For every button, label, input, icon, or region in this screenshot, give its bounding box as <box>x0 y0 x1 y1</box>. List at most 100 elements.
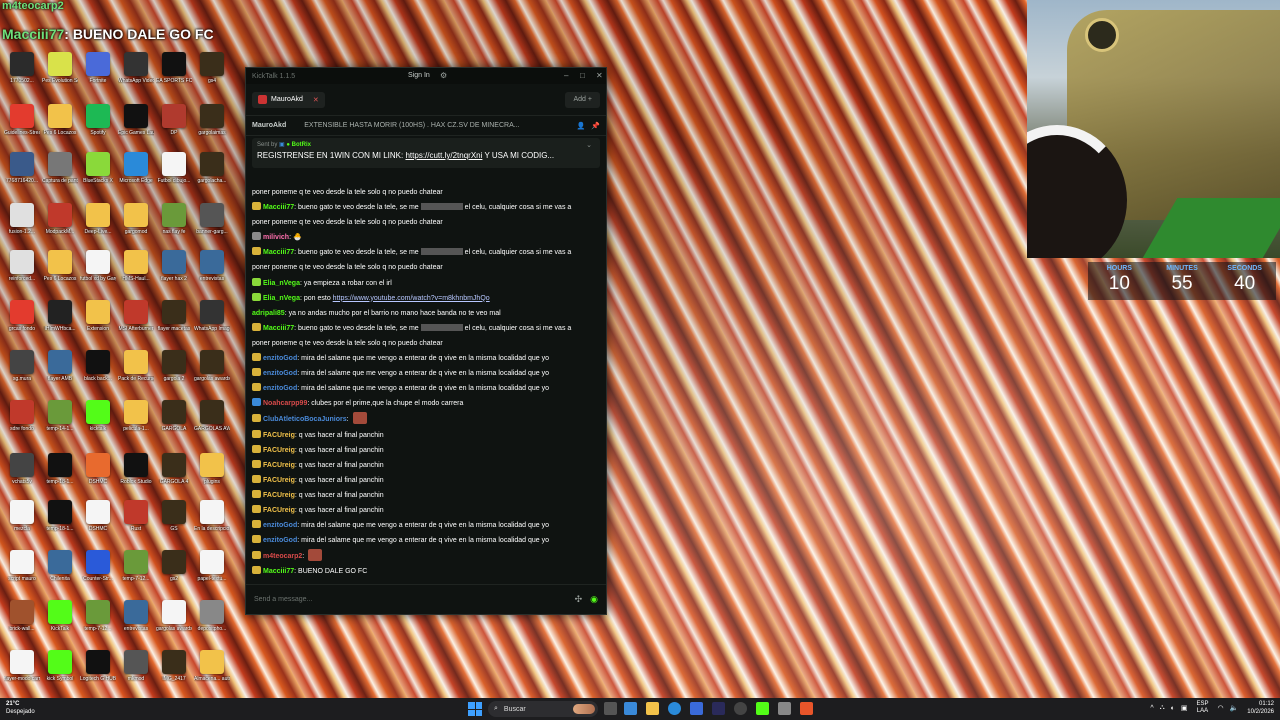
desktop-icon[interactable]: 1770502... <box>4 52 40 84</box>
desktop-icon[interactable]: DSHMC <box>80 453 116 485</box>
taskbar-search[interactable]: ⌕ Buscar <box>488 701 598 717</box>
desktop-icon[interactable]: Almacena... automatic... <box>194 650 230 682</box>
chat-username[interactable]: enzitoGod <box>263 385 297 392</box>
tray-app-icon[interactable]: ▣ <box>1181 704 1188 712</box>
desktop-icon[interactable]: grcas fondo <box>4 300 40 332</box>
desktop-icon[interactable]: temp-7-12... <box>118 550 154 582</box>
desktop-icon[interactable]: Chilenita <box>42 550 78 582</box>
desktop-icon[interactable]: IHImWHbca... <box>42 300 78 332</box>
desktop-icon[interactable]: Fortnite <box>80 52 116 84</box>
desktop-icon[interactable]: futbol xd by Gargola Inic... <box>80 250 116 282</box>
desktop-icon[interactable]: entrevistas <box>194 250 230 282</box>
chat-username[interactable]: FACUreig <box>263 432 295 439</box>
pinned-link[interactable]: https://cutt.ly/2tnqrXni <box>405 151 482 160</box>
desktop-icon[interactable]: kicktalk <box>80 400 116 432</box>
desktop-icon[interactable]: banner-garg... <box>194 203 230 235</box>
minimize-icon[interactable]: – <box>564 71 568 80</box>
desktop-icon[interactable]: gargolas awards <box>156 600 192 632</box>
desktop-icon[interactable]: GARGOLAS AWARDS <box>194 400 230 432</box>
desktop-icon[interactable]: plugins <box>194 453 230 485</box>
desktop-icon[interactable]: gargolas awards <box>194 350 230 382</box>
chat-username[interactable]: ClubAtleticoBocaJuniors <box>263 416 347 423</box>
desktop-icon[interactable]: nas flay fe <box>156 203 192 235</box>
desktop-icon[interactable]: Pes Evolution Soccer... <box>42 52 78 84</box>
chat-input[interactable]: Send a message... ✣ ◉ <box>246 584 606 614</box>
close-tab-icon[interactable]: ✕ <box>313 96 319 104</box>
desktop-icon[interactable]: fusion-1.2... <box>4 203 40 235</box>
desktop-icon[interactable]: Pes 6 Locazos <box>42 104 78 136</box>
desktop-icon[interactable]: MSI Afterburner <box>118 300 154 332</box>
desktop-icon[interactable]: 7768716420... <box>4 152 40 184</box>
desktop-icon[interactable]: sg.mura <box>4 350 40 382</box>
clock[interactable]: 01:12 10/2/2026 <box>1247 700 1274 716</box>
chat-username[interactable]: enzitoGod <box>263 370 297 377</box>
desktop-icon[interactable]: GS <box>156 500 192 532</box>
weather-widget[interactable]: 21°C Despejado <box>6 700 35 716</box>
desktop-icon[interactable]: papel-textu... <box>194 550 230 582</box>
desktop-icon[interactable]: kick Symbol <box>42 650 78 682</box>
desktop-icon[interactable]: gs4 <box>194 52 230 84</box>
chat-link[interactable]: https://www.youtube.com/watch?v=m8khnbmJ… <box>333 295 490 302</box>
desktop-icon[interactable]: ModpackM... <box>42 203 78 235</box>
chat-username[interactable]: Macciii77 <box>263 325 294 332</box>
desktop-icon[interactable]: Epic Games Launcher <box>118 104 154 136</box>
chat-username[interactable]: m4teocarp2 <box>263 553 302 560</box>
desktop-icon[interactable]: Guidelines-Streams <box>4 104 40 136</box>
chat-username[interactable]: enzitoGod <box>263 537 297 544</box>
user-icon[interactable]: 👤 <box>577 122 586 130</box>
desktop-icon[interactable]: Logitech G HUB <box>80 650 116 682</box>
desktop-icon[interactable]: temp-14-1... <box>42 400 78 432</box>
desktop-icon[interactable]: temp-18-1... <box>42 453 78 485</box>
desktop-icon[interactable]: brick-wall... <box>4 600 40 632</box>
chat-username[interactable]: Macciii77 <box>263 204 294 211</box>
desktop-icon[interactable]: gargolaimas <box>194 104 230 136</box>
desktop-icon[interactable]: gargolacha... <box>194 152 230 184</box>
desktop-icon[interactable]: WhatsApp Video 2026... <box>118 52 154 84</box>
chat-username[interactable]: FACUreig <box>263 462 295 469</box>
windows-start-icon[interactable] <box>468 702 482 716</box>
desktop-icon[interactable]: En la descripcio... <box>194 500 230 532</box>
desktop-icon[interactable]: Counter-Str... <box>80 550 116 582</box>
desktop-icon[interactable]: KickTalk <box>42 600 78 632</box>
desktop-icon[interactable]: sdre fondo <box>4 400 40 432</box>
tray-app-icon[interactable]: ⛬ <box>1160 704 1165 712</box>
gear-icon[interactable]: ⚙ <box>440 71 447 80</box>
widgets-icon[interactable] <box>624 702 637 715</box>
desktop-icon[interactable]: Microsoft Edge <box>118 152 154 184</box>
task-view-icon[interactable] <box>604 702 617 715</box>
file-explorer-icon[interactable] <box>646 702 659 715</box>
brave-icon[interactable] <box>800 702 813 715</box>
chat-username[interactable]: adripali85 <box>252 310 285 317</box>
obs-icon[interactable] <box>734 702 747 715</box>
wifi-icon[interactable]: ◠ <box>1217 704 1223 712</box>
store-icon[interactable] <box>690 702 703 715</box>
chat-username[interactable]: Macciii77 <box>263 568 294 575</box>
chat-messages[interactable]: poner poneme q te veo desde la tele solo… <box>246 186 604 582</box>
maximize-icon[interactable]: □ <box>580 71 585 80</box>
app-icon[interactable] <box>778 702 791 715</box>
desktop-icon[interactable]: EA SPORTS FC 26 <box>156 52 192 84</box>
chat-username[interactable]: enzitoGod <box>263 522 297 529</box>
premiere-icon[interactable] <box>712 702 725 715</box>
chat-username[interactable]: FACUreig <box>263 507 295 514</box>
desktop-icon[interactable]: GARGOLA <box>156 400 192 432</box>
chat-username[interactable]: FACUreig <box>263 447 295 454</box>
desktop-icon[interactable]: gargomod <box>118 203 154 235</box>
desktop-icon[interactable]: flayer macetas <box>156 300 192 332</box>
desktop-icon[interactable]: HMS-Haul... <box>118 250 154 282</box>
chat-username[interactable]: enzitoGod <box>263 355 297 362</box>
desktop-icon[interactable]: pelicula-1... <box>118 400 154 432</box>
desktop-icon[interactable]: DSHMC <box>80 500 116 532</box>
kick-icon[interactable] <box>756 702 769 715</box>
desktop-icon[interactable]: gs2 <box>156 550 192 582</box>
desktop-icon[interactable]: script mauro <box>4 550 40 582</box>
desktop-icon[interactable]: mezcla <box>4 500 40 532</box>
desktop-icon[interactable]: BlueStacks X <box>80 152 116 184</box>
edge-icon[interactable] <box>668 702 681 715</box>
desktop-icon[interactable]: WhatsApp Image 2026... <box>194 300 230 332</box>
desktop-icon[interactable]: Roblox Studio <box>118 453 154 485</box>
chevron-down-icon[interactable]: ⌄ <box>586 141 592 149</box>
chat-username[interactable]: FACUreig <box>263 477 295 484</box>
chat-username[interactable]: Noahcarpp99 <box>263 400 307 407</box>
desktop-icon[interactable]: Pes 6 Locazos <box>42 250 78 282</box>
